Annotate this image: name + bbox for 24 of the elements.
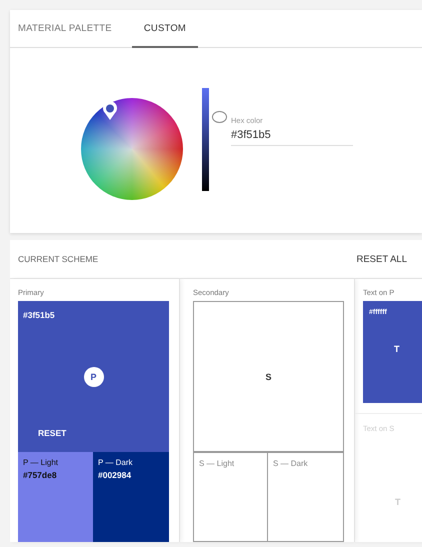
variant-label: P — Dark <box>98 458 134 467</box>
wheel-marker-icon[interactable] <box>102 101 118 121</box>
variant-label: P — Light <box>23 458 59 467</box>
slider-thumb[interactable] <box>212 110 227 123</box>
variant-label: S — Light <box>199 459 236 468</box>
variant-swatch[interactable]: P — Dark #002984 <box>93 452 169 542</box>
swatch-letter: S <box>265 372 272 382</box>
variant-swatch[interactable]: P — Light #757de8 <box>18 452 93 542</box>
reset-all-button[interactable]: RESET ALL <box>356 254 407 264</box>
hex-text: #002984 <box>98 470 132 480</box>
variant-swatch[interactable]: S — Dark <box>268 452 344 542</box>
reset-button[interactable]: RESET <box>38 428 66 438</box>
tab[interactable]: CUSTOM <box>132 10 198 48</box>
variant-swatch[interactable]: S — Light <box>193 452 268 542</box>
swatch-letter: T <box>393 344 400 354</box>
hex-text: #3f51b5 <box>23 310 55 320</box>
tab[interactable]: MATERIAL PALETTE <box>18 10 124 48</box>
section-title: CURRENT SCHEME <box>18 254 98 264</box>
primary-swatch[interactable]: #3f51b5 P RESET <box>18 301 169 452</box>
variant-label: S — Dark <box>273 459 309 468</box>
hex-text: #757de8 <box>23 470 58 480</box>
secondary-swatch[interactable]: S <box>193 301 344 452</box>
primary-badge: P <box>84 366 104 386</box>
hex-color-field[interactable]: #3f51b5 <box>231 129 353 146</box>
